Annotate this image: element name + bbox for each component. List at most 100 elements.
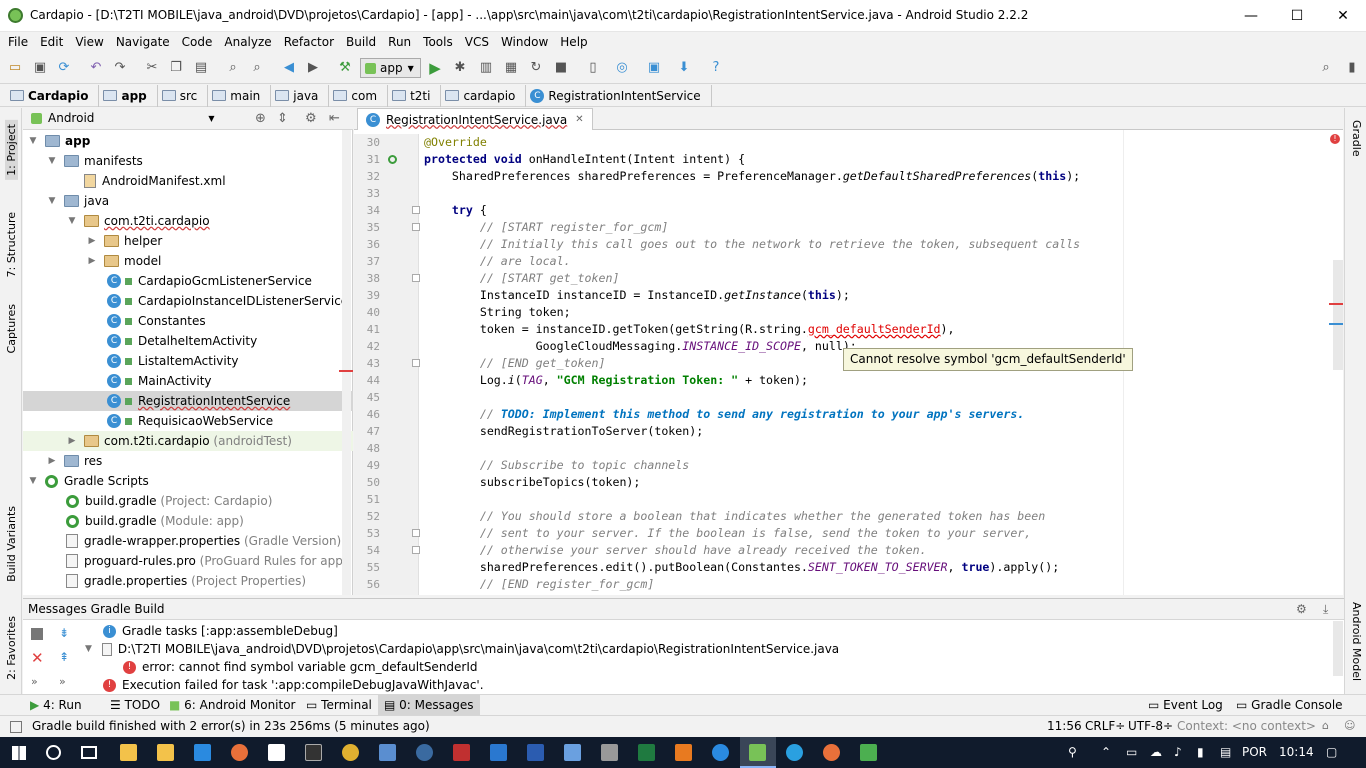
- breadcrumb-item[interactable]: src: [158, 84, 209, 107]
- more-icon[interactable]: »: [31, 675, 38, 688]
- tab-android-monitor[interactable]: ■ 6: Android Monitor: [163, 695, 302, 716]
- redo-icon[interactable]: ↷: [112, 60, 128, 76]
- open-folder-icon[interactable]: ▭: [7, 60, 23, 76]
- menu-tools[interactable]: Tools: [417, 32, 459, 53]
- breadcrumb-item[interactable]: C RegistrationIntentService: [526, 84, 712, 107]
- menu-navigate[interactable]: Navigate: [110, 32, 176, 53]
- keyboard-icon[interactable]: ▤: [1220, 745, 1231, 759]
- breadcrumb-item[interactable]: cardapio: [441, 84, 527, 107]
- battery-icon[interactable]: ▮: [1197, 745, 1204, 759]
- project-structure-icon[interactable]: ▣: [646, 60, 662, 76]
- tree-node[interactable]: ▶ helper: [86, 231, 163, 251]
- forward-icon[interactable]: ▶: [305, 60, 321, 76]
- tree-node[interactable]: proguard-rules.pro (ProGuard Rules for a…: [66, 551, 348, 571]
- tree-node[interactable]: build.gradle (Module: app): [66, 511, 244, 531]
- breadcrumb-item[interactable]: main: [208, 84, 272, 107]
- tree-node[interactable]: ▶ res: [46, 451, 103, 471]
- view-mode-select[interactable]: Android ▼: [31, 111, 215, 125]
- file-explorer-icon[interactable]: [157, 744, 174, 761]
- tab-project[interactable]: 1: Project: [5, 120, 18, 180]
- close-icon[interactable]: ✕: [31, 649, 44, 667]
- file-encoding[interactable]: UTF-8÷: [1128, 719, 1173, 733]
- search-everywhere-icon[interactable]: ⌕: [1318, 60, 1334, 76]
- override-marker-icon[interactable]: [388, 155, 397, 164]
- tab-messages[interactable]: ▤ 0: Messages: [378, 695, 480, 716]
- project-scrollbar[interactable]: [342, 130, 351, 595]
- sync-icon[interactable]: ⟳: [56, 60, 72, 76]
- tab-gradle[interactable]: Gradle: [1350, 120, 1363, 157]
- editor-scrollbar[interactable]: [1333, 260, 1343, 370]
- cortana-icon[interactable]: [46, 745, 61, 760]
- gear-icon[interactable]: ⚙: [1296, 599, 1307, 620]
- maximize-button[interactable]: ☐: [1274, 0, 1320, 32]
- excel-icon[interactable]: [638, 744, 655, 761]
- tree-node-selected[interactable]: C RegistrationIntentService: [23, 391, 353, 411]
- message-item[interactable]: ▼ D:\T2TI MOBILE\java_android\DVD\projeto…: [85, 640, 839, 658]
- save-icon[interactable]: ▣: [32, 60, 48, 76]
- apply-changes-icon[interactable]: ▦: [503, 60, 519, 76]
- stop-icon[interactable]: [31, 628, 43, 640]
- action-center-icon[interactable]: ▢: [1326, 745, 1337, 759]
- android-studio-icon[interactable]: [749, 744, 766, 761]
- tree-node[interactable]: AndroidManifest.xml: [84, 171, 226, 191]
- tab-favorites[interactable]: 2: Favorites: [5, 616, 18, 680]
- menu-code[interactable]: Code: [176, 32, 219, 53]
- tree-node[interactable]: ▼ manifests: [46, 151, 143, 171]
- rerun-icon[interactable]: ↻: [528, 60, 544, 76]
- tree-node[interactable]: C ListaItemActivity: [107, 351, 239, 371]
- breadcrumb-item[interactable]: Cardapio: [6, 84, 100, 107]
- hide-panel-icon[interactable]: ⤓: [1323, 599, 1328, 620]
- attach-debugger-icon[interactable]: ▥: [478, 60, 494, 76]
- caret-position[interactable]: 11:56: [1047, 719, 1082, 733]
- start-icon[interactable]: [12, 746, 26, 760]
- debug-icon[interactable]: ✱: [452, 60, 468, 76]
- copy-icon[interactable]: ❐: [168, 60, 184, 76]
- app-icon[interactable]: [416, 744, 433, 761]
- run-icon[interactable]: ▶: [427, 60, 443, 76]
- tree-node[interactable]: C DetalheItemActivity: [107, 331, 257, 351]
- unresolved-symbol[interactable]: gcm_defaultSenderId: [808, 322, 941, 336]
- error-stripe-marker[interactable]: [1329, 303, 1343, 305]
- app-icon[interactable]: [453, 744, 470, 761]
- context-indicator[interactable]: Context: <no context>: [1177, 719, 1316, 733]
- minimize-button[interactable]: —: [1228, 0, 1274, 32]
- tree-node[interactable]: C MainActivity: [107, 371, 212, 391]
- task-view-icon[interactable]: [81, 746, 97, 759]
- stop-icon[interactable]: ■: [553, 60, 569, 76]
- skype-icon[interactable]: [786, 744, 803, 761]
- tree-node[interactable]: ▼ java: [46, 191, 110, 211]
- fold-marker-icon[interactable]: [412, 529, 420, 537]
- undo-icon[interactable]: ↶: [88, 60, 104, 76]
- help-icon[interactable]: ?: [708, 60, 724, 76]
- word-icon[interactable]: [527, 744, 544, 761]
- app-icon[interactable]: [860, 744, 877, 761]
- back-icon[interactable]: ◀: [281, 60, 297, 76]
- collapse-all-icon[interactable]: ⇕: [277, 111, 288, 126]
- status-message[interactable]: Gradle build finished with 2 error(s) in…: [32, 719, 430, 733]
- menu-refactor[interactable]: Refactor: [278, 32, 340, 53]
- tree-node[interactable]: build.gradle (Project: Cardapio): [66, 491, 272, 511]
- input-language[interactable]: POR: [1242, 745, 1267, 759]
- tree-node[interactable]: ▼ app: [27, 131, 91, 151]
- breadcrumb-item[interactable]: com: [329, 84, 389, 107]
- expand-all-icon[interactable]: ⇟: [59, 626, 69, 640]
- tree-node[interactable]: C CardapioGcmListenerService: [107, 271, 312, 291]
- scroll-from-source-icon[interactable]: ⊕: [255, 111, 266, 126]
- tree-node[interactable]: ▼ com.t2ti.cardapio: [66, 211, 210, 231]
- menu-view[interactable]: View: [69, 32, 109, 53]
- clock[interactable]: 10:14: [1279, 745, 1314, 759]
- app-icon[interactable]: [490, 744, 507, 761]
- menu-window[interactable]: Window: [495, 32, 554, 53]
- tab-gradle-console[interactable]: ▭ Gradle Console: [1230, 695, 1349, 716]
- tab-android-model[interactable]: Android Model: [1350, 602, 1363, 681]
- gear-icon[interactable]: ⚙: [305, 111, 317, 126]
- make-project-icon[interactable]: ⚒: [337, 60, 353, 76]
- breadcrumb-item[interactable]: java: [271, 84, 330, 107]
- message-item[interactable]: ! error: cannot find symbol variable gcm_…: [123, 658, 478, 676]
- breadcrumb-item[interactable]: app: [99, 84, 158, 107]
- app-icon[interactable]: [379, 744, 396, 761]
- sync-gradle-icon[interactable]: ◎: [614, 60, 630, 76]
- menu-help[interactable]: Help: [554, 32, 593, 53]
- fold-marker-icon[interactable]: [412, 206, 420, 214]
- todo-stripe-marker[interactable]: [1329, 323, 1343, 325]
